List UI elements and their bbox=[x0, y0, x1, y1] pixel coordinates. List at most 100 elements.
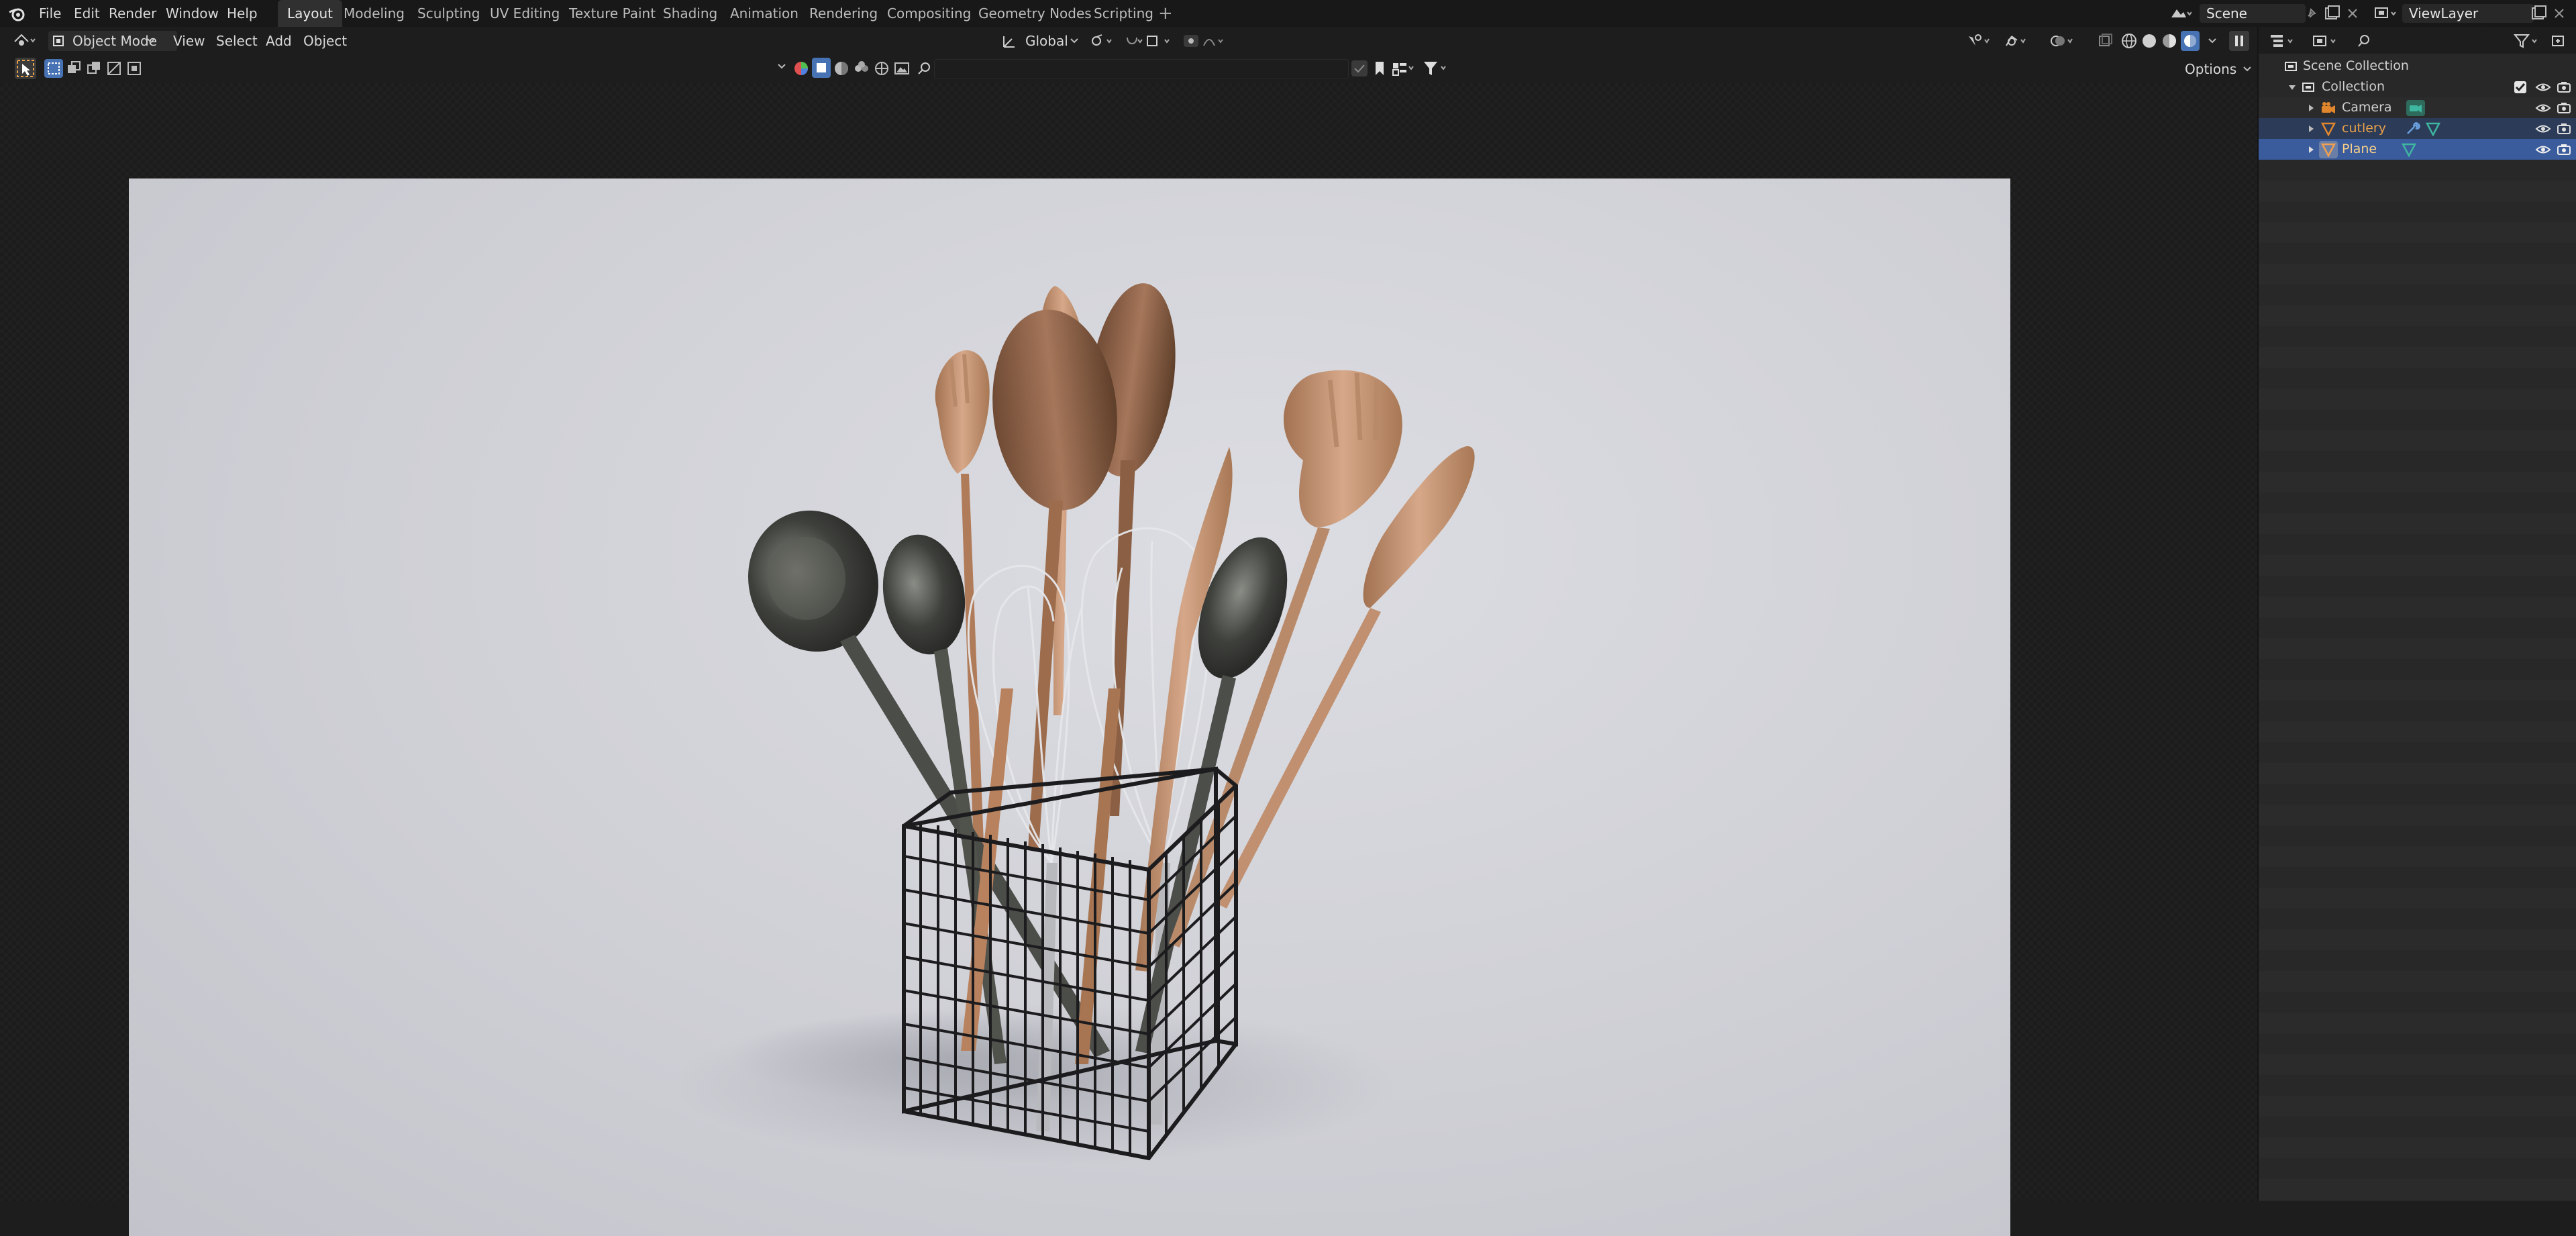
new-scene-icon[interactable] bbox=[2323, 5, 2340, 21]
outliner-row-scene-collection[interactable]: Scene Collection bbox=[2259, 56, 2576, 76]
xray-toggle-icon[interactable] bbox=[2098, 32, 2114, 50]
tab-layout[interactable]: Layout bbox=[278, 0, 342, 27]
mode-dropdown[interactable]: Object Mode bbox=[48, 31, 177, 51]
selection-mode-intersect-icon[interactable] bbox=[125, 59, 144, 78]
outliner-search-input[interactable] bbox=[2373, 31, 2485, 50]
render-layers-icon[interactable] bbox=[852, 59, 871, 78]
expand-triangle-icon[interactable] bbox=[2307, 104, 2315, 112]
camera-render-icon[interactable] bbox=[2557, 122, 2571, 136]
eye-icon[interactable] bbox=[2535, 123, 2551, 135]
sort-icon[interactable] bbox=[1390, 59, 1417, 78]
modifier-wrench-icon[interactable] bbox=[2405, 121, 2421, 136]
overlays-toggle-icon[interactable] bbox=[2049, 32, 2076, 50]
outliner-row-collection[interactable]: Collection bbox=[2259, 76, 2576, 97]
select-tool-icon[interactable] bbox=[15, 58, 36, 79]
3d-viewport[interactable] bbox=[0, 83, 2257, 1236]
options-dropdown[interactable]: Options bbox=[2185, 59, 2251, 79]
expand-triangle-icon[interactable] bbox=[2307, 125, 2315, 133]
selection-mode-extend-icon[interactable] bbox=[64, 59, 83, 78]
eye-icon[interactable] bbox=[2535, 81, 2551, 93]
shading-solid-icon[interactable] bbox=[2141, 32, 2158, 50]
object-mode-icon bbox=[53, 36, 64, 46]
eye-icon[interactable] bbox=[2535, 144, 2551, 156]
pivot-point-icon[interactable] bbox=[1090, 32, 1117, 50]
collapse-triangle-icon[interactable] bbox=[2288, 83, 2296, 91]
new-view-layer-icon[interactable] bbox=[2530, 5, 2547, 21]
view-layer-field[interactable]: ViewLayer bbox=[2402, 4, 2534, 23]
collapse-chevron-icon[interactable] bbox=[777, 63, 786, 70]
menu-render[interactable]: Render bbox=[109, 0, 156, 27]
outliner-row-camera[interactable]: Camera bbox=[2259, 97, 2576, 118]
pause-render-icon[interactable] bbox=[2229, 31, 2249, 51]
add-workspace-button[interactable]: + bbox=[1158, 0, 1173, 27]
tab-uv-editing[interactable]: UV Editing bbox=[480, 0, 569, 27]
tab-texture-paint[interactable]: Texture Paint bbox=[560, 0, 665, 27]
snap-icon[interactable] bbox=[1123, 32, 1177, 50]
shading-material-icon[interactable] bbox=[2161, 32, 2178, 50]
tab-scripting[interactable]: Scripting bbox=[1084, 0, 1163, 27]
outliner-filter-icon[interactable] bbox=[2512, 32, 2542, 50]
bookmark-icon[interactable] bbox=[1372, 59, 1388, 78]
close-scene-icon[interactable] bbox=[2346, 7, 2359, 20]
mode-object-icon[interactable] bbox=[812, 58, 831, 78]
scene-icon[interactable] bbox=[2169, 5, 2192, 21]
eye-icon[interactable] bbox=[2535, 102, 2551, 114]
menu-object[interactable]: Object bbox=[303, 31, 347, 51]
camera-render-icon[interactable] bbox=[2557, 81, 2571, 94]
editor-type-icon[interactable] bbox=[12, 32, 39, 50]
visibility-selectability-icon[interactable] bbox=[1966, 32, 1993, 50]
outliner-label: Collection bbox=[2322, 79, 2385, 94]
menu-window[interactable]: Window bbox=[166, 0, 219, 27]
shading-rendered-icon[interactable] bbox=[2181, 31, 2200, 51]
outliner-row-plane[interactable]: Plane bbox=[2259, 139, 2576, 160]
new-collection-icon[interactable] bbox=[2548, 32, 2569, 50]
tab-modeling[interactable]: Modeling bbox=[334, 0, 414, 27]
image-filter-icon[interactable] bbox=[892, 59, 911, 78]
color-wheel-icon[interactable] bbox=[792, 59, 811, 78]
menu-add[interactable]: Add bbox=[266, 31, 292, 51]
selection-mode-invert-icon[interactable] bbox=[105, 59, 123, 78]
menu-view[interactable]: View bbox=[173, 31, 205, 51]
shading-wireframe-icon[interactable] bbox=[2120, 32, 2138, 50]
display-mode-icon[interactable] bbox=[2311, 32, 2340, 50]
outliner-label: cutlery bbox=[2342, 121, 2386, 136]
tab-shading[interactable]: Shading bbox=[654, 0, 727, 27]
chevron-down-icon[interactable] bbox=[1070, 38, 1079, 44]
scene-name-field[interactable]: Scene bbox=[2200, 4, 2306, 23]
close-view-layer-icon[interactable] bbox=[2553, 7, 2566, 20]
pin-icon[interactable] bbox=[2304, 7, 2318, 20]
gizmo-toggle-icon[interactable] bbox=[2002, 32, 2029, 50]
filter-check-icon[interactable] bbox=[1350, 59, 1369, 78]
chevron-down-icon bbox=[2243, 66, 2251, 72]
menu-help[interactable]: Help bbox=[227, 0, 258, 27]
tab-compositing[interactable]: Compositing bbox=[878, 0, 980, 27]
camera-data-icon[interactable] bbox=[2406, 100, 2425, 116]
tab-sculpting[interactable]: Sculpting bbox=[408, 0, 489, 27]
orientation-label[interactable]: Global bbox=[1025, 31, 1068, 51]
outliner-editor-type-icon[interactable] bbox=[2268, 32, 2298, 50]
exclude-checkbox-icon[interactable] bbox=[2514, 81, 2527, 94]
filter-funnel-icon[interactable] bbox=[1421, 59, 1451, 78]
tab-geometry-nodes[interactable]: Geometry Nodes bbox=[969, 0, 1101, 27]
menu-edit[interactable]: Edit bbox=[74, 0, 100, 27]
expand-triangle-icon[interactable] bbox=[2307, 146, 2315, 154]
overlay-filter-icon[interactable] bbox=[872, 59, 891, 78]
mesh-data-icon[interactable] bbox=[2425, 121, 2441, 136]
selection-mode-new-icon[interactable] bbox=[44, 59, 63, 78]
selection-mode-subtract-icon[interactable] bbox=[85, 59, 103, 78]
outliner-row-cutlery[interactable]: cutlery bbox=[2259, 118, 2576, 139]
shading-options-chevron-icon[interactable] bbox=[2208, 38, 2217, 44]
menu-select[interactable]: Select bbox=[216, 31, 258, 51]
camera-render-icon[interactable] bbox=[2557, 143, 2571, 156]
menu-file[interactable]: File bbox=[39, 0, 61, 27]
blender-logo-icon[interactable] bbox=[8, 5, 25, 21]
tab-rendering[interactable]: Rendering bbox=[800, 0, 887, 27]
material-preview-icon[interactable] bbox=[832, 59, 851, 78]
camera-render-icon[interactable] bbox=[2557, 101, 2571, 115]
proportional-edit-icon[interactable] bbox=[1182, 32, 1229, 50]
mesh-data-icon[interactable] bbox=[2401, 142, 2417, 157]
search-input[interactable] bbox=[934, 59, 1349, 79]
tab-animation[interactable]: Animation bbox=[721, 0, 808, 27]
orientation-icon[interactable] bbox=[1001, 32, 1020, 50]
view-layer-icon[interactable] bbox=[2373, 5, 2400, 21]
